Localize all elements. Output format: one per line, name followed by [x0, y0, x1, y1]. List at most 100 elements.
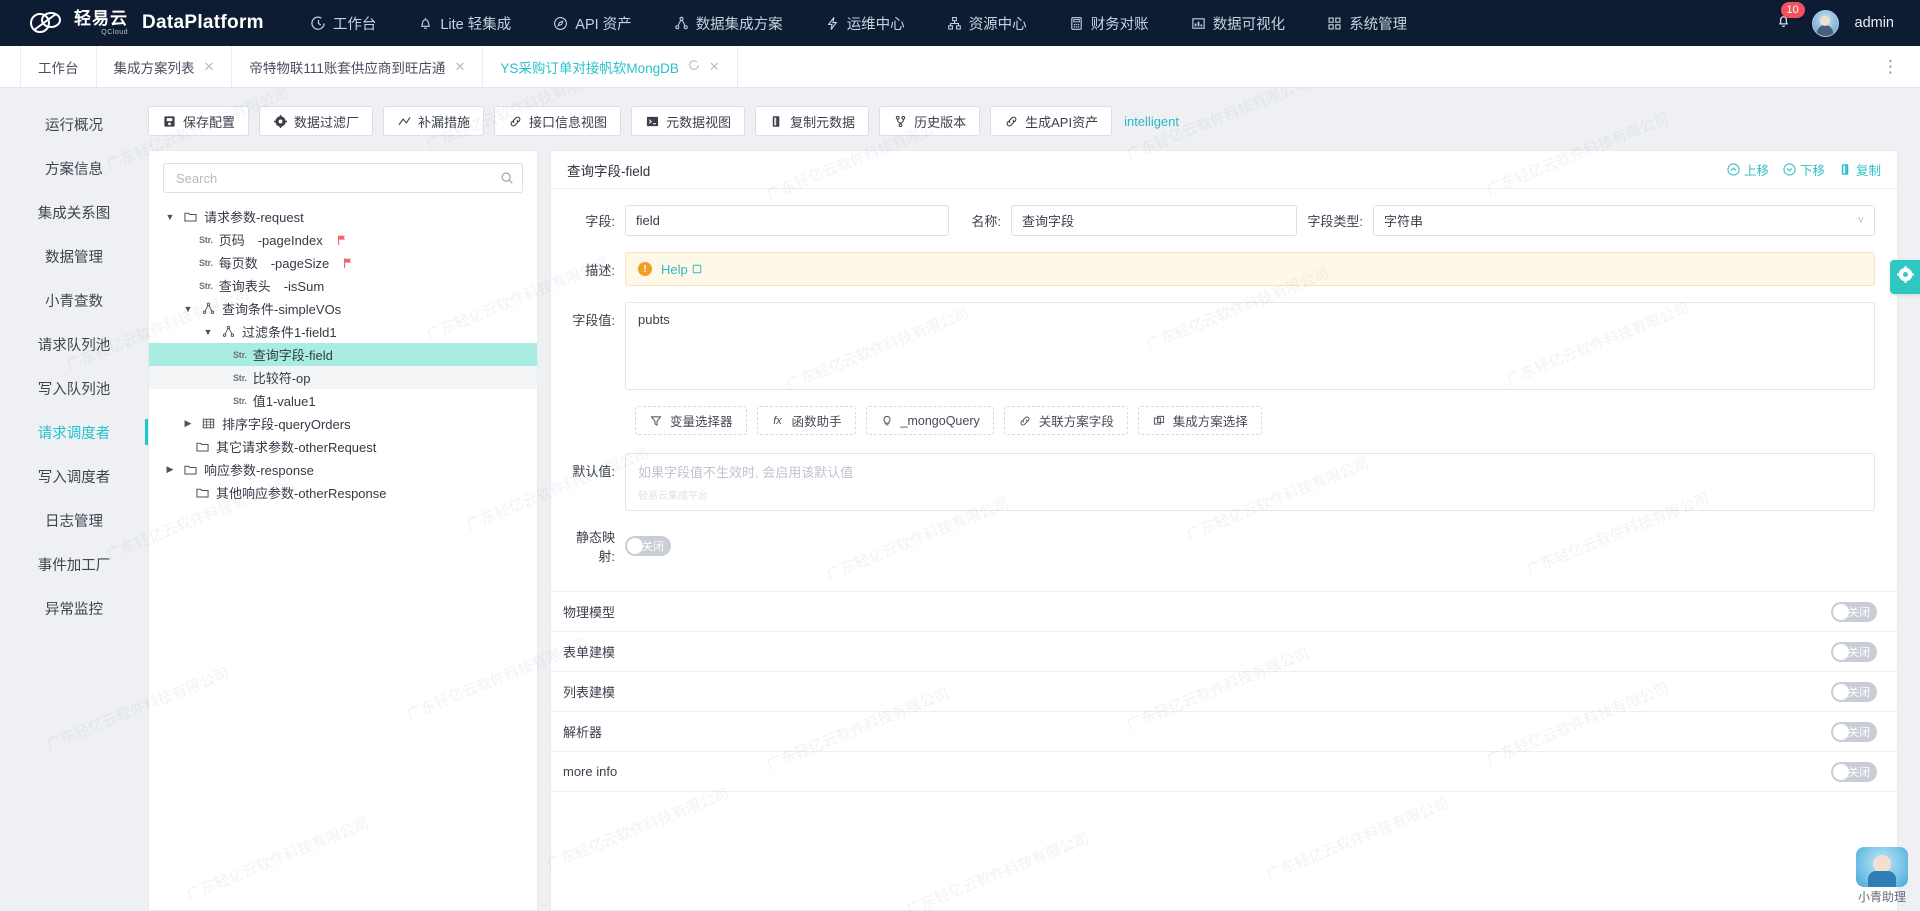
brand-logo[interactable]: 轻易云 QCloud DataPlatform [28, 8, 264, 38]
sidebar-item-xiaoqing-query[interactable]: 小青查数 [0, 278, 148, 322]
data-filter-factory-button[interactable]: 数据过滤厂 [259, 106, 373, 136]
copy-button[interactable]: 复制 [1839, 160, 1881, 179]
chevron-down-icon[interactable]: ▼ [163, 212, 177, 222]
close-icon[interactable]: ✕ [454, 60, 465, 73]
search-icon[interactable] [500, 171, 514, 185]
section-list-modeling[interactable]: 列表建模 关闭 [551, 672, 1897, 712]
mongo-query-button[interactable]: _mongoQuery [866, 406, 994, 435]
tree-node[interactable]: Str. 查询表头 -isSum [149, 274, 537, 297]
section-toggle[interactable]: 关闭 [1831, 762, 1877, 782]
chevron-right-icon[interactable]: ▶ [163, 464, 177, 475]
default-value-input[interactable]: 如果字段值不生效时, 会启用该默认值 轻易云集成平台 [625, 453, 1875, 511]
tab-ditewuilian[interactable]: 帝特物联111账套供应商到旺店通 ✕ [232, 46, 483, 87]
section-toggle[interactable]: 关闭 [1831, 682, 1877, 702]
tree-node[interactable]: Str. 每页数 -pageSize [149, 251, 537, 274]
chevron-down-icon[interactable]: ˅ [1858, 215, 1864, 227]
sidebar-item-solution-info[interactable]: 方案信息 [0, 146, 148, 190]
detail-panel: 查询字段-field 上移 下移 复制 [550, 150, 1898, 911]
chevron-down-icon[interactable]: ▼ [201, 327, 215, 337]
section-form-modeling[interactable]: 表单建模 关闭 [551, 632, 1897, 672]
sidebar-item-request-scheduler[interactable]: 请求调度者 [0, 410, 148, 454]
sidebar-item-exception-monitor[interactable]: 异常监控 [0, 586, 148, 630]
folder-icon [183, 210, 198, 223]
chevron-right-icon[interactable]: ▶ [181, 418, 195, 429]
section-toggle[interactable]: 关闭 [1831, 602, 1877, 622]
help-link[interactable]: Help [661, 262, 702, 277]
field-input-wrap[interactable] [625, 205, 949, 236]
nav-item-lite-integration[interactable]: Lite 轻集成 [397, 0, 532, 46]
move-up-button[interactable]: 上移 [1727, 160, 1769, 179]
field-type-select[interactable]: 字符串 ˅ [1373, 205, 1875, 236]
name-input[interactable] [1022, 213, 1286, 228]
section-toggle[interactable]: 关闭 [1831, 642, 1877, 662]
move-down-button[interactable]: 下移 [1783, 160, 1825, 179]
nav-item-financial-reconciliation[interactable]: 财务对账 [1048, 0, 1170, 46]
sidebar-item-label: 写入调度者 [38, 466, 111, 487]
avatar[interactable] [1812, 10, 1839, 37]
tab-overflow-menu-button[interactable]: ⋮ [1862, 46, 1920, 87]
static-mapping-toggle[interactable]: 关闭 [625, 536, 671, 556]
sidebar-item-write-queue-pool[interactable]: 写入队列池 [0, 366, 148, 410]
nav-item-data-integration-solution[interactable]: 数据集成方案 [653, 0, 804, 46]
field-value-editor[interactable]: pubts [625, 302, 1875, 390]
close-icon[interactable]: ✕ [204, 60, 215, 73]
metadata-view-button[interactable]: 元数据视图 [631, 106, 745, 136]
tree-node[interactable]: ▼ 查询条件-simpleVOs [149, 297, 537, 320]
tab-label: 集成方案列表 [114, 57, 195, 77]
leak-fix-button[interactable]: 补漏措施 [383, 106, 484, 136]
close-icon[interactable]: ✕ [709, 60, 720, 73]
username-label[interactable]: admin [1855, 15, 1895, 31]
interface-info-view-button[interactable]: 接口信息视图 [494, 106, 621, 136]
refresh-icon[interactable] [688, 59, 700, 74]
tab-workbench[interactable]: 工作台 [20, 46, 97, 87]
history-version-button[interactable]: 历史版本 [879, 106, 980, 136]
settings-side-tab-button[interactable] [1890, 260, 1920, 294]
tree-node[interactable]: ▼ 请求参数-request [149, 205, 537, 228]
section-toggle[interactable]: 关闭 [1831, 722, 1877, 742]
tab-solution-list[interactable]: 集成方案列表 ✕ [97, 46, 233, 87]
save-config-button[interactable]: 保存配置 [148, 106, 249, 136]
tree-node[interactable]: ▶ 响应参数-response [149, 458, 537, 481]
variable-selector-button[interactable]: 变量选择器 [635, 406, 747, 435]
intelligent-link[interactable]: intelligent [1124, 114, 1179, 129]
sidebar-item-write-scheduler[interactable]: 写入调度者 [0, 454, 148, 498]
integration-solution-select-button[interactable]: 集成方案选择 [1138, 406, 1262, 435]
nav-item-ops-center[interactable]: 运维中心 [804, 0, 926, 46]
tree-node-label: 查询条件-simpleVOs [222, 299, 341, 318]
tree-node[interactable]: 其他响应参数-otherResponse [149, 481, 537, 504]
name-input-wrap[interactable] [1011, 205, 1297, 236]
tree-node[interactable]: 其它请求参数-otherRequest [149, 435, 537, 458]
assistant-widget[interactable]: 小青助理 [1856, 847, 1908, 905]
tree-node[interactable]: ▼ 过滤条件1-field1 [149, 320, 537, 343]
sidebar-item-data-management[interactable]: 数据管理 [0, 234, 148, 278]
tree-node[interactable]: Str. 比较符-op [149, 366, 537, 389]
generate-api-asset-button[interactable]: 生成API资产 [990, 106, 1112, 136]
tree-node[interactable]: Str. 页码 -pageIndex [149, 228, 537, 251]
nav-item-workbench[interactable]: 工作台 [290, 0, 398, 46]
section-physical-model[interactable]: 物理模型 关闭 [551, 592, 1897, 632]
copy-metadata-button[interactable]: 复制元数据 [755, 106, 869, 136]
nav-item-api-assets[interactable]: API 资产 [532, 0, 652, 46]
sidebar-item-log-management[interactable]: 日志管理 [0, 498, 148, 542]
chevron-down-icon[interactable]: ▼ [181, 304, 195, 314]
field-input[interactable] [636, 213, 938, 228]
notification-bell-button[interactable]: 10 [1772, 11, 1796, 35]
nav-item-data-visualization[interactable]: 数据可视化 [1170, 0, 1307, 46]
tree-node-selected[interactable]: Str. 查询字段-field [149, 343, 537, 366]
search-input[interactable] [176, 171, 500, 186]
section-parser[interactable]: 解析器 关闭 [551, 712, 1897, 752]
tree-node[interactable]: Str. 值1-value1 [149, 389, 537, 412]
tab-ys-purchase-order[interactable]: YS采购订单对接帆软MongDB ✕ [483, 46, 737, 87]
section-more-info[interactable]: more info 关闭 [551, 752, 1897, 792]
sidebar-item-event-factory[interactable]: 事件加工厂 [0, 542, 148, 586]
nav-item-system-management[interactable]: 系统管理 [1306, 0, 1428, 46]
search-box[interactable] [163, 163, 523, 193]
sidebar-item-request-queue-pool[interactable]: 请求队列池 [0, 322, 148, 366]
section-title: 列表建模 [563, 682, 615, 701]
sidebar-item-run-overview[interactable]: 运行概况 [0, 102, 148, 146]
function-assistant-button[interactable]: fx 函数助手 [757, 406, 856, 435]
tree-node[interactable]: ▶ 排序字段-queryOrders [149, 412, 537, 435]
nav-item-resource-center[interactable]: 资源中心 [926, 0, 1048, 46]
sidebar-item-integration-diagram[interactable]: 集成关系图 [0, 190, 148, 234]
related-solution-field-button[interactable]: 关联方案字段 [1004, 406, 1128, 435]
